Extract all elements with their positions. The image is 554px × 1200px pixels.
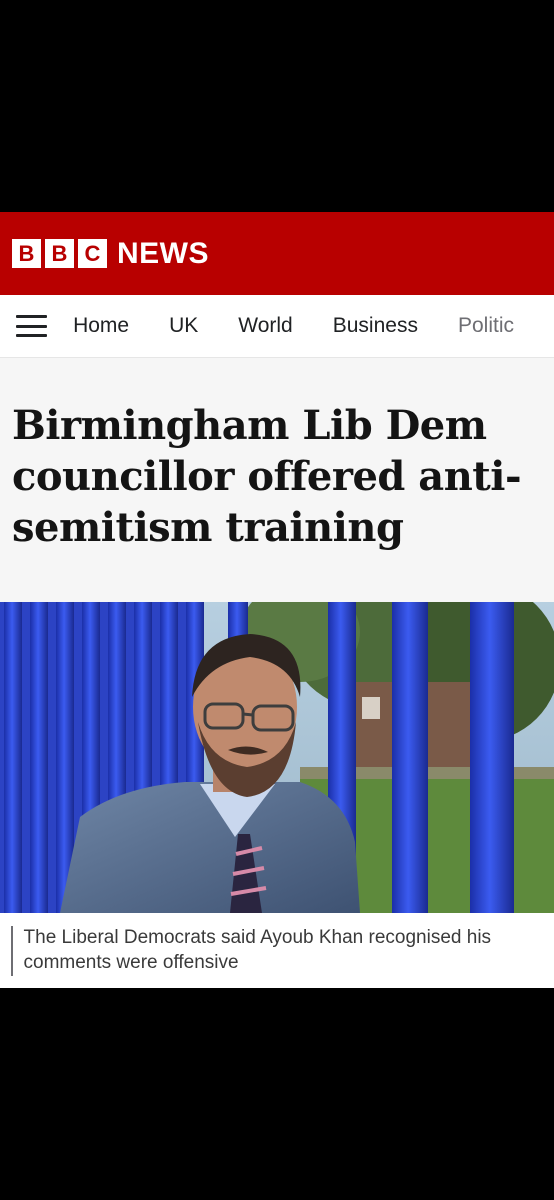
bbc-news-header: B B C NEWS (0, 212, 554, 295)
nav-item-politics[interactable]: Politic (458, 314, 514, 338)
bottom-black-bar (0, 988, 554, 1200)
nav-item-business[interactable]: Business (333, 314, 418, 338)
nav-item-uk[interactable]: UK (169, 314, 198, 338)
nav-item-world[interactable]: World (238, 314, 292, 338)
top-black-bar (0, 0, 554, 212)
logo-letter-c: C (78, 239, 107, 268)
logo-letter-b1: B (12, 239, 41, 268)
logo-news-text: NEWS (117, 236, 209, 270)
article-photo (0, 602, 554, 913)
logo-letter-b2: B (45, 239, 74, 268)
hamburger-menu-icon[interactable] (16, 315, 48, 337)
bbc-news-logo[interactable]: B B C NEWS (12, 237, 209, 271)
image-caption: The Liberal Democrats said Ayoub Khan re… (0, 913, 554, 988)
nav-items: Home UK World Business Politic (73, 314, 554, 338)
caption-bar (11, 926, 13, 976)
nav-item-home[interactable]: Home (73, 314, 129, 338)
article-header: Birmingham Lib Dem councillor offered an… (0, 358, 554, 602)
navigation-bar: Home UK World Business Politic (0, 295, 554, 358)
article-headline: Birmingham Lib Dem councillor offered an… (12, 402, 522, 551)
councillor-portrait-image (0, 602, 554, 913)
caption-text: The Liberal Democrats said Ayoub Khan re… (23, 927, 492, 973)
